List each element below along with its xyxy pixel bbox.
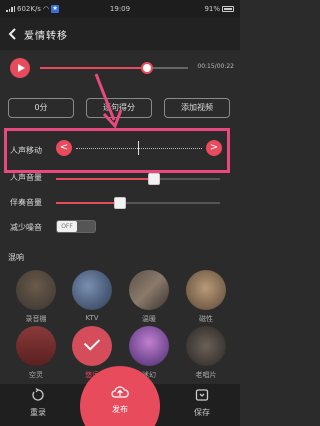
- reverb-section-title: 混响: [8, 253, 24, 262]
- vocal-volume-slider[interactable]: [56, 173, 220, 185]
- play-button[interactable]: [10, 58, 30, 78]
- publish-label: 发布: [112, 405, 128, 414]
- battery-icon: [222, 6, 234, 12]
- effect-label: 温暖: [142, 315, 156, 323]
- effect-psychedelic-image: [129, 326, 169, 366]
- effect-label: KTV: [85, 314, 99, 322]
- save-icon: [195, 389, 209, 401]
- battery-percent: 91%: [204, 5, 220, 13]
- effect-magnetic[interactable]: 磁性: [181, 270, 231, 324]
- effect-label: 老唱片: [195, 371, 217, 379]
- playback-time: 00:15/00:22: [197, 63, 234, 70]
- effect-studio-image: [16, 270, 56, 310]
- playback-progress-knob[interactable]: [141, 62, 153, 74]
- accompaniment-volume-fill: [56, 202, 120, 204]
- vocal-volume-thumb[interactable]: [148, 173, 160, 185]
- effect-ktv[interactable]: KTV: [67, 270, 117, 322]
- effect-old-record-image: [186, 326, 226, 366]
- page-title: 爱情转移: [24, 31, 68, 42]
- save-label: 保存: [194, 408, 210, 417]
- effect-ethereal[interactable]: 空灵: [11, 326, 61, 380]
- status-bar: 602K/s ◠ ★ 19:09 91%: [0, 0, 240, 18]
- noise-reduction-label: 减少噪音: [10, 223, 42, 232]
- effect-old-record[interactable]: 老唱片: [181, 326, 231, 380]
- rerecord-label: 重录: [30, 408, 46, 417]
- effect-label: 磁性: [199, 315, 213, 323]
- annotation-arrow-icon: [94, 73, 123, 129]
- vocal-volume-fill: [56, 178, 154, 180]
- effect-label: 空灵: [29, 371, 43, 379]
- accompaniment-volume-thumb[interactable]: [114, 197, 126, 209]
- save-button[interactable]: 保存: [182, 388, 222, 418]
- title-bar: 爱情转移: [0, 18, 240, 50]
- effect-distant-image: [72, 326, 112, 366]
- noise-reduction-toggle[interactable]: OFF: [56, 220, 96, 233]
- accompaniment-volume-slider[interactable]: [56, 197, 220, 209]
- effect-ktv-image: [72, 270, 112, 310]
- add-video-button[interactable]: 添加视频: [164, 98, 230, 118]
- effect-magnetic-image: [186, 270, 226, 310]
- upload-cloud-icon: [111, 386, 129, 398]
- effect-label: 录音棚: [25, 315, 47, 323]
- score-button[interactable]: 0分: [8, 98, 74, 118]
- status-right: 91%: [204, 5, 234, 13]
- vocal-volume-label: 人声音量: [10, 173, 42, 182]
- rerecord-icon: [32, 387, 44, 401]
- rerecord-button[interactable]: 重录: [18, 387, 58, 418]
- accompaniment-volume-label: 伴奏音量: [10, 198, 42, 207]
- back-arrow-icon[interactable]: [6, 26, 20, 42]
- effect-warm-image: [129, 270, 169, 310]
- effect-warm[interactable]: 温暖: [124, 270, 174, 324]
- selected-check-icon: [72, 326, 112, 366]
- effect-ethereal-image: [16, 326, 56, 366]
- noise-reduction-state: OFF: [57, 221, 77, 232]
- effect-studio[interactable]: 录音棚: [11, 270, 61, 324]
